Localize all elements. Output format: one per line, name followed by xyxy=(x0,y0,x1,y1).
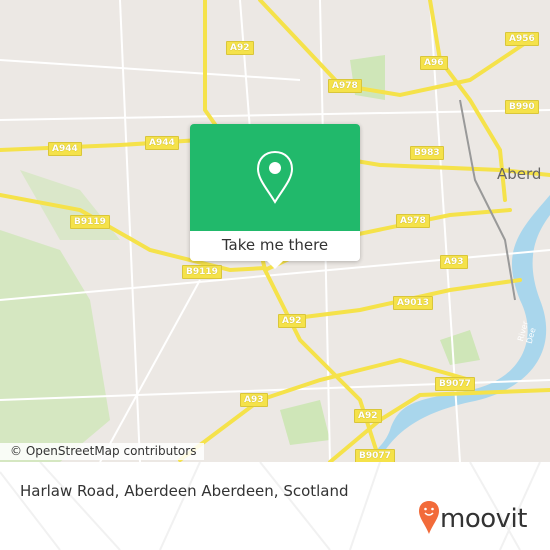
road-label: A96 xyxy=(420,56,448,70)
road-label: A93 xyxy=(240,393,268,407)
road-label: A93 xyxy=(440,255,468,269)
address-text: Harlaw Road, Aberdeen Aberdeen, Scotland xyxy=(20,482,349,500)
city-label: Aberd xyxy=(497,165,542,183)
road-label: A92 xyxy=(226,41,254,55)
moovit-logo[interactable]: moovit xyxy=(440,504,527,534)
road-label: B9119 xyxy=(70,215,110,229)
road-label: B9119 xyxy=(182,265,222,279)
popup-tail xyxy=(267,261,283,269)
road-label: B990 xyxy=(505,100,539,114)
map-attribution[interactable]: © OpenStreetMap contributors xyxy=(0,443,205,460)
road-label: A944 xyxy=(145,136,179,150)
road-label: A956 xyxy=(505,32,539,46)
road-label: A92 xyxy=(354,409,382,423)
location-popup: Take me there xyxy=(190,124,360,269)
moovit-pin-icon xyxy=(419,501,439,534)
road-label: B9077 xyxy=(435,377,475,391)
popup-header xyxy=(190,124,360,231)
road-label: A9013 xyxy=(393,296,434,310)
road-label: B9077 xyxy=(355,449,395,462)
take-me-there-button[interactable]: Take me there xyxy=(190,231,360,261)
road-label: B983 xyxy=(410,146,444,160)
road-label: A92 xyxy=(278,314,306,328)
map-pin-icon xyxy=(256,150,294,204)
road-label: A944 xyxy=(48,142,82,156)
map-view[interactable]: A92 A956 A96 A978 B990 A944 A944 B983 B9… xyxy=(0,0,550,462)
road-label: A978 xyxy=(328,79,362,93)
road-label: A978 xyxy=(396,214,430,228)
